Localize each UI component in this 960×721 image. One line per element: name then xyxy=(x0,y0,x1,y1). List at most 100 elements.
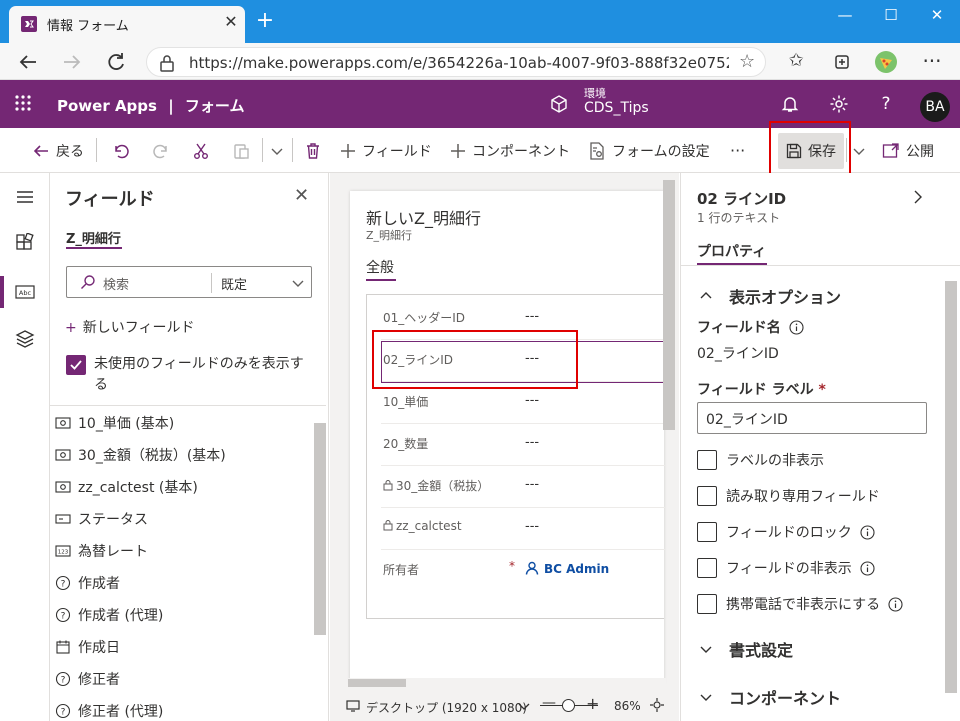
field-list-item[interactable]: ? 修正者 (代理) xyxy=(54,696,163,721)
canvas-hscrollbar[interactable] xyxy=(348,678,666,688)
help-icon[interactable]: ? xyxy=(876,94,896,114)
field-list-item[interactable]: ? 作成者 xyxy=(54,568,120,598)
form-field-row[interactable]: 20_数量 --- xyxy=(367,423,665,465)
back-arrow-icon[interactable] xyxy=(14,48,42,76)
notifications-bell-icon[interactable] xyxy=(780,94,800,114)
field-list-item[interactable]: 30_金額（税抜）(基本) xyxy=(54,440,226,470)
window-close-icon[interactable]: ✕ xyxy=(914,0,960,32)
favorite-star-icon[interactable]: ☆ xyxy=(739,51,755,72)
save-dropdown[interactable] xyxy=(852,128,866,173)
redo-button[interactable] xyxy=(152,128,170,173)
app-launcher-icon[interactable] xyxy=(14,94,32,112)
info-icon[interactable] xyxy=(860,560,875,576)
checkbox[interactable] xyxy=(697,558,717,578)
publish-button[interactable]: 公開 xyxy=(882,128,934,173)
search-input[interactable]: 検索 xyxy=(103,274,129,293)
environment-name[interactable]: CDS_Tips xyxy=(584,100,649,116)
chevron-down-icon[interactable] xyxy=(518,700,530,712)
zoom-slider-thumb[interactable] xyxy=(562,699,575,712)
properties-scrollbar[interactable] xyxy=(945,281,957,693)
hamburger-menu-icon[interactable] xyxy=(14,186,36,208)
person-icon xyxy=(525,561,544,576)
property-checkbox-row[interactable]: ラベルの非表示 xyxy=(697,449,824,471)
forward-arrow-icon[interactable] xyxy=(58,48,86,76)
environment-icon[interactable] xyxy=(549,94,569,114)
maximize-icon[interactable]: ☐ xyxy=(868,0,914,32)
browser-menu-icon[interactable]: ··· xyxy=(918,48,946,76)
tree-view-layers-icon[interactable] xyxy=(14,328,36,350)
components-icon[interactable] xyxy=(14,233,36,255)
property-checkbox-row[interactable]: フィールドのロック xyxy=(697,521,875,543)
owner-lookup[interactable]: BC Admin xyxy=(525,561,609,576)
add-component-button[interactable]: コンポーネント xyxy=(450,128,570,173)
fit-to-view-icon[interactable] xyxy=(650,698,664,712)
properties-tab[interactable]: プロパティ xyxy=(697,241,766,261)
paste-button[interactable] xyxy=(232,128,250,173)
new-field-button[interactable]: + 新しいフィールド xyxy=(65,317,194,337)
refresh-icon[interactable] xyxy=(102,48,130,76)
new-tab-icon[interactable]: + xyxy=(254,10,276,32)
checkbox[interactable] xyxy=(697,450,717,470)
field-list-item[interactable]: 123 為替レート xyxy=(54,536,148,566)
fields-scrollbar[interactable] xyxy=(314,423,326,635)
formatting-header[interactable]: 書式設定 xyxy=(699,637,793,661)
minimize-icon[interactable]: — xyxy=(822,0,868,32)
property-checkbox-row[interactable]: フィールドの非表示 xyxy=(697,557,875,579)
paste-dropdown[interactable] xyxy=(270,128,284,173)
close-pane-icon[interactable]: ✕ xyxy=(294,185,309,206)
form-field-row[interactable]: zz_calctest --- xyxy=(367,507,665,549)
url-text[interactable]: https://make.powerapps.com/e/3654226a-10… xyxy=(189,54,729,72)
field-name-label-row: フィールド名 xyxy=(697,317,804,337)
url-bar[interactable]: https://make.powerapps.com/e/3654226a-10… xyxy=(146,47,766,77)
view-mode-select[interactable]: デスクトップ (1920 x 1080) xyxy=(366,699,527,716)
components-header[interactable]: コンポーネント xyxy=(699,685,841,709)
chevron-right-icon[interactable] xyxy=(911,189,925,205)
field-search-box[interactable]: 検索 既定 xyxy=(66,266,312,298)
field-list-item[interactable]: zz_calctest (基本) xyxy=(54,472,198,502)
zoom-in-icon[interactable]: + xyxy=(586,694,599,713)
tab-close-icon[interactable]: ✕ xyxy=(221,12,241,32)
form-settings-button[interactable]: フォームの設定 xyxy=(588,128,710,173)
field-list-item[interactable]: 10_単価 (基本) xyxy=(54,408,174,438)
favorites-icon[interactable]: ✩ xyxy=(782,48,810,76)
form-field-row[interactable]: 所有者 * BC Admin xyxy=(367,549,665,591)
redo-icon xyxy=(152,142,170,160)
checkbox[interactable] xyxy=(697,486,717,506)
hscroll-thumb[interactable] xyxy=(348,679,406,687)
chevron-down-icon[interactable] xyxy=(291,276,305,290)
user-avatar[interactable]: BA xyxy=(920,92,950,122)
field-label-input[interactable]: 02_ラインID xyxy=(697,402,927,434)
back-label: 戻る xyxy=(56,143,84,160)
form-field-row[interactable]: 30_金額（税抜） --- xyxy=(367,465,665,507)
checkbox[interactable] xyxy=(697,594,717,614)
field-list-item[interactable]: ? 修正者 xyxy=(54,664,120,694)
add-field-button[interactable]: フィールド xyxy=(340,128,432,173)
zoom-out-icon[interactable]: — xyxy=(542,695,556,711)
undo-button[interactable] xyxy=(112,128,130,173)
checkbox[interactable] xyxy=(697,522,717,542)
field-list-item[interactable]: 作成日 xyxy=(54,632,120,662)
unused-only-checkbox[interactable] xyxy=(66,355,86,375)
form-tab-general[interactable]: 全般 xyxy=(366,257,394,277)
fields-abc-icon[interactable]: Abc xyxy=(14,281,36,303)
display-options-header[interactable]: 表示オプション xyxy=(699,284,841,308)
browser-tab[interactable]: 情報 フォーム ✕ xyxy=(9,6,245,43)
info-icon[interactable] xyxy=(860,524,875,540)
settings-gear-icon[interactable] xyxy=(829,94,849,114)
field-list-item[interactable]: ステータス xyxy=(54,504,148,534)
more-commands-button[interactable]: ··· xyxy=(730,128,745,173)
entity-tab[interactable]: Z_明細行 xyxy=(66,228,121,247)
profile-pizza-icon[interactable] xyxy=(872,48,900,76)
info-icon[interactable] xyxy=(789,319,804,335)
field-list-item[interactable]: ? 作成者 (代理) xyxy=(54,600,163,630)
collections-icon[interactable] xyxy=(828,48,856,76)
delete-button[interactable] xyxy=(304,128,322,173)
app-name[interactable]: Power Apps xyxy=(57,97,157,115)
field-filter-select[interactable]: 既定 xyxy=(221,274,247,293)
property-checkbox-row[interactable]: 読み取り専用フィールド xyxy=(697,485,880,507)
info-icon[interactable] xyxy=(888,596,903,612)
property-checkbox-row[interactable]: 携帯電話で非表示にする xyxy=(697,593,903,615)
back-button[interactable]: 戻る xyxy=(32,128,84,173)
canvas-scrollbar[interactable] xyxy=(663,180,675,430)
cut-button[interactable] xyxy=(192,128,210,173)
